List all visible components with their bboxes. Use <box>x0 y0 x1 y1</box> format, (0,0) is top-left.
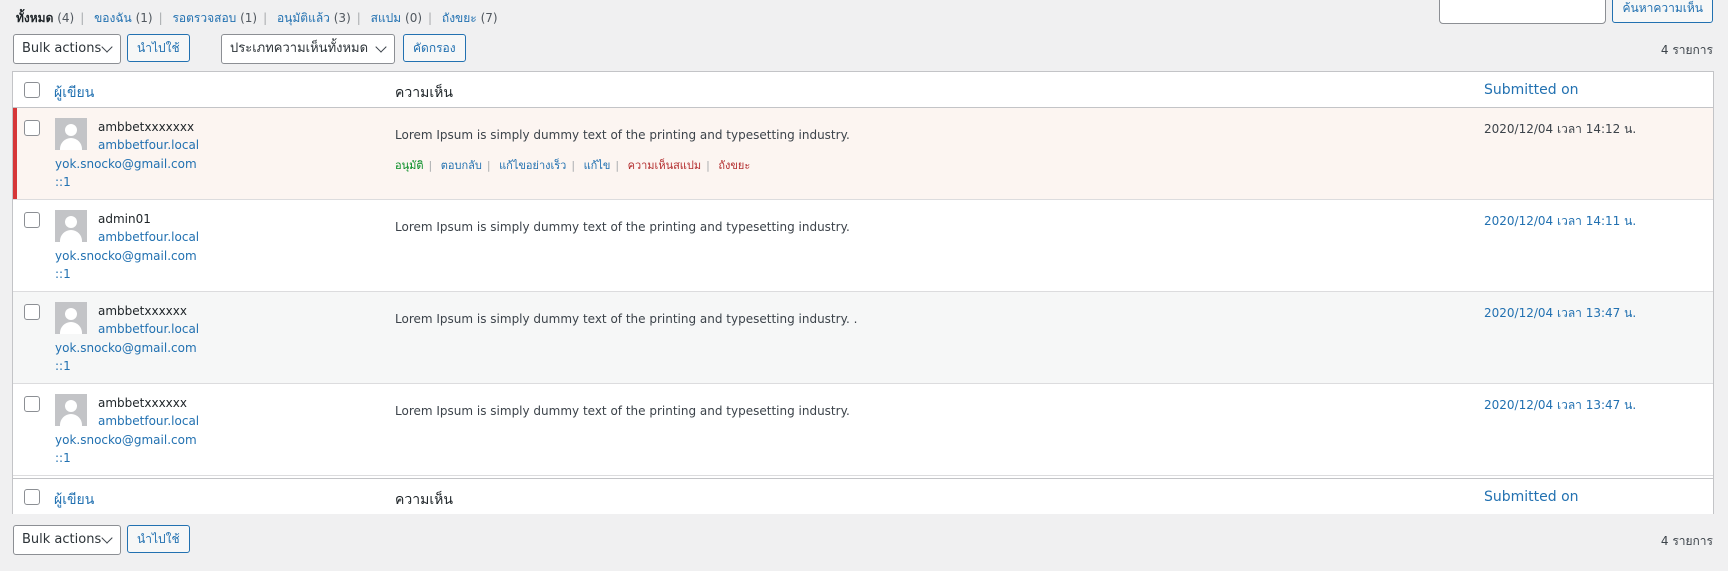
author-url[interactable]: ambbetfour.local <box>98 230 199 244</box>
author-ip[interactable]: ::1 <box>55 359 71 373</box>
author-email[interactable]: yok.snocko@gmail.com <box>55 433 197 447</box>
comment-text: Lorem Ipsum is simply dummy text of the … <box>395 404 850 418</box>
comment-search-box: ค้นหาความเห็น <box>1439 0 1713 24</box>
row-checkbox[interactable] <box>24 304 40 320</box>
author-name: ambbetxxxxxx <box>98 304 187 318</box>
status-link-pending[interactable]: รอตรวจสอบ <box>172 11 236 25</box>
chevron-down-icon <box>101 41 113 53</box>
status-count-trash: (7) <box>480 11 498 25</box>
submitted-date[interactable]: 2020/12/04 เวลา 13:47 น. <box>1484 304 1636 323</box>
submitted-date: 2020/12/04 เวลา 14:12 น. <box>1484 122 1637 136</box>
author-email[interactable]: yok.snocko@gmail.com <box>55 157 197 171</box>
avatar <box>55 394 87 426</box>
status-link-approved[interactable]: อนุมัติแล้ว <box>277 11 330 25</box>
tablenav-top: Bulk actions นำไปใช้ ประเภทความเห็นทั้งห… <box>13 34 1715 64</box>
apply-button[interactable]: นำไปใช้ <box>127 34 190 62</box>
comment-type-select[interactable]: ประเภทความเห็นทั้งหมด <box>221 34 395 64</box>
bulk-actions-select[interactable]: Bulk actions <box>13 34 121 64</box>
status-count-all: (4) <box>57 11 75 25</box>
displaying-count: 4 รายการ <box>1660 43 1713 57</box>
status-link-mine[interactable]: ของฉัน <box>94 11 132 25</box>
chevron-down-icon <box>101 532 113 544</box>
apply-button-bottom[interactable]: นำไปใช้ <box>127 525 190 553</box>
column-comment: ความเห็น <box>395 85 453 101</box>
column-author[interactable]: ผู้เขียน <box>54 82 94 104</box>
bulk-actions-select-bottom[interactable]: Bulk actions <box>13 525 121 555</box>
bulk-actions-label: Bulk actions <box>22 532 102 547</box>
comment-text: Lorem Ipsum is simply dummy text of the … <box>395 312 858 326</box>
status-count-mine: (1) <box>135 11 153 25</box>
avatar <box>55 210 87 242</box>
author-ip[interactable]: ::1 <box>55 175 71 189</box>
tablenav-bottom: Bulk actions นำไปใช้ 4 รายการ <box>13 525 1715 555</box>
spam-link[interactable]: ความเห็นสแปม <box>628 159 702 172</box>
bulk-actions-label: Bulk actions <box>22 41 102 56</box>
chevron-down-icon <box>375 41 387 53</box>
status-link-all[interactable]: ทั้งหมด <box>16 11 53 25</box>
select-all-checkbox-footer[interactable] <box>24 489 40 505</box>
table-row: admin01 ambbetfour.local yok.snocko@gmai… <box>13 200 1713 292</box>
avatar <box>55 302 87 334</box>
table-row: ambbetxxxxxx ambbetfour.local yok.snocko… <box>13 292 1713 384</box>
filter-button[interactable]: คัดกรอง <box>403 34 466 62</box>
avatar <box>55 118 87 150</box>
row-checkbox[interactable] <box>24 396 40 412</box>
trash-link[interactable]: ถังขยะ <box>718 159 750 172</box>
edit-link[interactable]: แก้ไข <box>584 159 611 172</box>
status-count-pending: (1) <box>240 11 258 25</box>
column-submitted-on-footer[interactable]: Submitted on <box>1484 489 1579 505</box>
author-name: ambbetxxxxxx <box>98 396 187 410</box>
approve-link[interactable]: อนุมัติ <box>395 159 424 172</box>
status-link-spam[interactable]: สแปม <box>371 11 402 25</box>
author-ip[interactable]: ::1 <box>55 267 71 281</box>
status-count-spam: (0) <box>405 11 423 25</box>
author-url[interactable]: ambbetfour.local <box>98 138 199 152</box>
table-row: ambbetxxxxxxx ambbetfour.local yok.snock… <box>13 108 1713 200</box>
reply-link[interactable]: ตอบกลับ <box>441 159 482 172</box>
displaying-count-bottom: 4 รายการ <box>1660 534 1713 548</box>
comments-table: ผู้เขียน ความเห็น Submitted on ambbetxxx… <box>12 71 1714 514</box>
column-author-footer[interactable]: ผู้เขียน <box>54 489 94 511</box>
row-actions: อนุมัติ | ตอบกลับ | แก้ไขอย่างเร็ว | แก้ไข |… <box>395 159 751 172</box>
author-url[interactable]: ambbetfour.local <box>98 414 199 428</box>
row-checkbox[interactable] <box>24 212 40 228</box>
author-url[interactable]: ambbetfour.local <box>98 322 199 336</box>
column-comment-footer: ความเห็น <box>395 492 453 508</box>
select-all-checkbox[interactable] <box>24 82 40 98</box>
table-row: ambbetxxxxxx ambbetfour.local yok.snocko… <box>13 384 1713 476</box>
comment-type-label: ประเภทความเห็นทั้งหมด <box>230 41 369 56</box>
table-footer: ผู้เขียน ความเห็น Submitted on <box>13 478 1713 514</box>
status-count-approved: (3) <box>333 11 351 25</box>
table-header: ผู้เขียน ความเห็น Submitted on <box>13 72 1713 108</box>
search-input[interactable] <box>1439 0 1607 24</box>
author-name: admin01 <box>98 212 151 226</box>
author-email[interactable]: yok.snocko@gmail.com <box>55 249 197 263</box>
column-submitted-on[interactable]: Submitted on <box>1484 82 1579 98</box>
search-comments-button[interactable]: ค้นหาความเห็น <box>1612 0 1713 23</box>
quick-edit-link[interactable]: แก้ไขอย่างเร็ว <box>499 159 566 172</box>
submitted-date[interactable]: 2020/12/04 เวลา 13:47 น. <box>1484 396 1636 415</box>
author-ip[interactable]: ::1 <box>55 451 71 465</box>
author-name: ambbetxxxxxxx <box>98 120 195 134</box>
submitted-date[interactable]: 2020/12/04 เวลา 14:11 น. <box>1484 212 1636 231</box>
author-email[interactable]: yok.snocko@gmail.com <box>55 341 197 355</box>
status-link-trash[interactable]: ถังขยะ <box>442 11 477 25</box>
row-checkbox[interactable] <box>24 120 40 136</box>
comment-text: Lorem Ipsum is simply dummy text of the … <box>395 128 850 142</box>
status-filter-links: ทั้งหมด (4) | ของฉัน (1) | รอตรวจสอบ (1) | … <box>16 11 498 25</box>
comment-text: Lorem Ipsum is simply dummy text of the … <box>395 220 850 234</box>
